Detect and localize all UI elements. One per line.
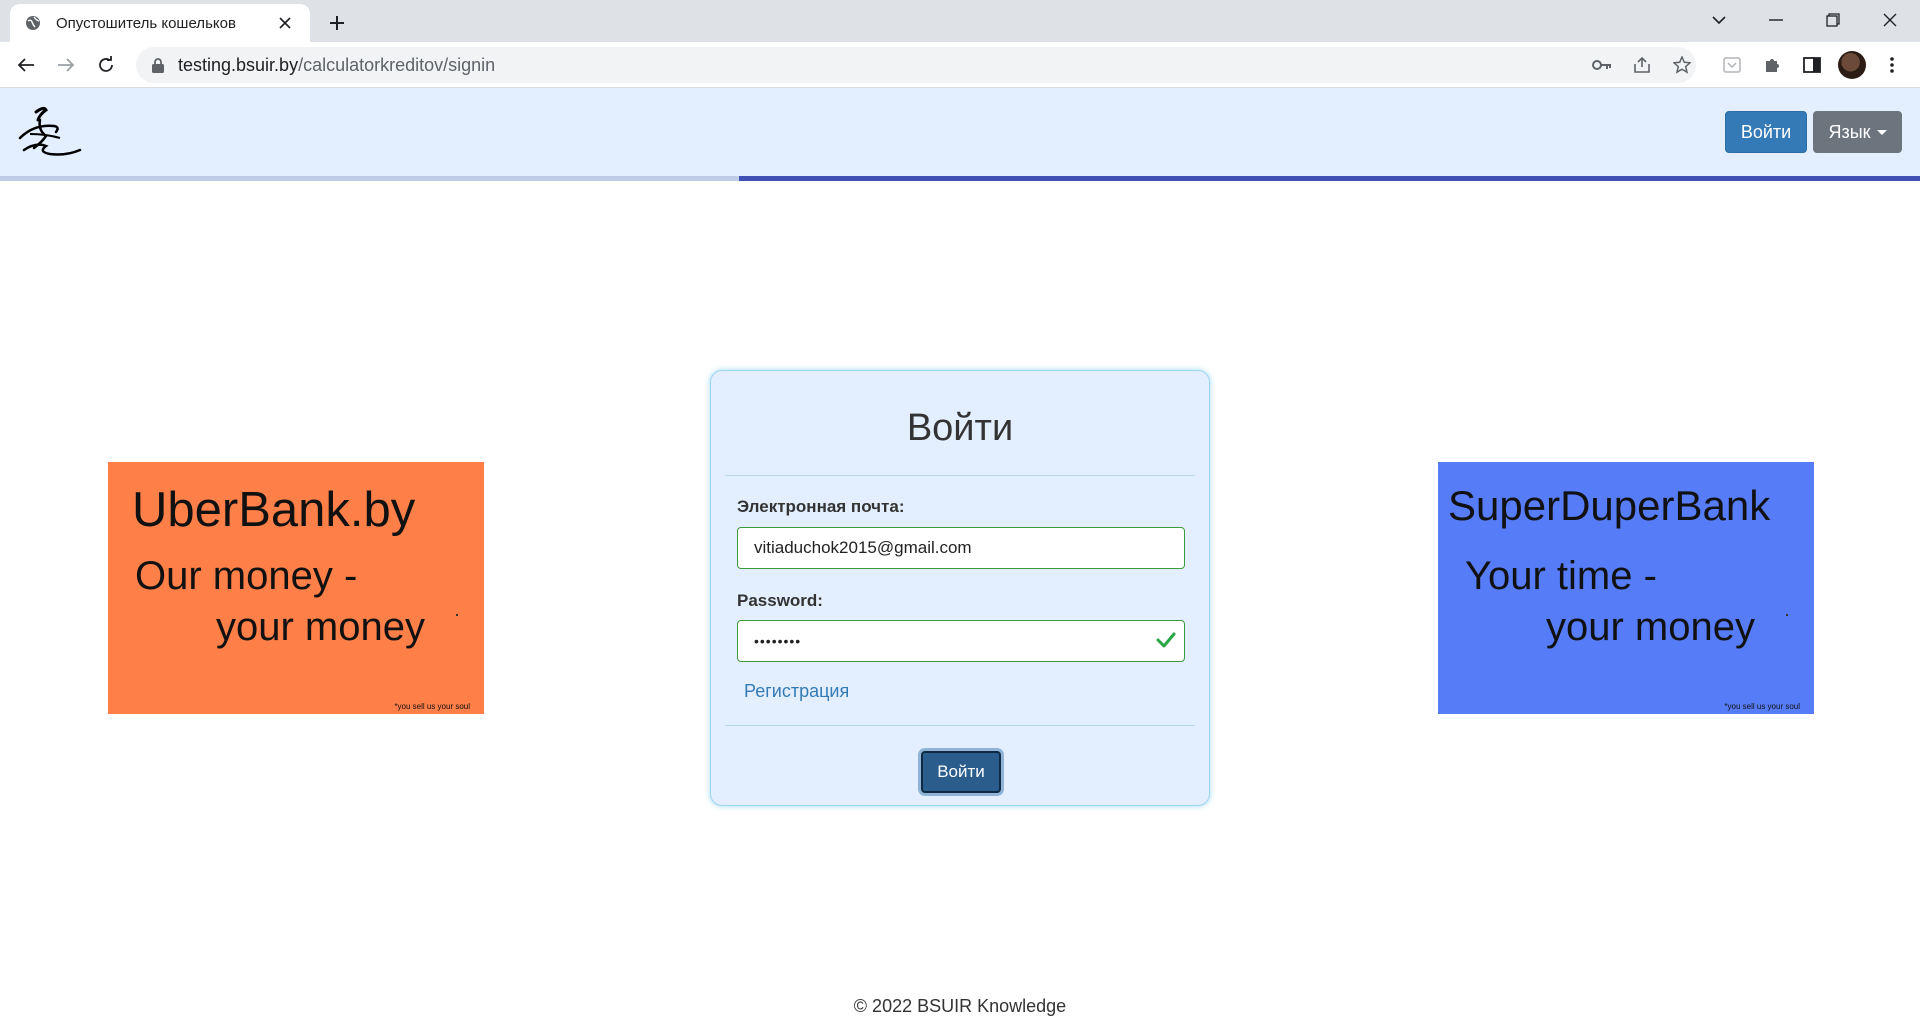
page-progress-bar [0,176,1920,181]
side-panel-icon[interactable] [1796,49,1828,81]
login-submit-button[interactable]: Войти [921,751,1001,793]
url-host: testing.bsuir.by [178,54,299,75]
ad-title: UberBank.by [132,483,416,537]
minimize-icon[interactable] [1756,0,1796,40]
share-icon[interactable] [1624,47,1660,83]
lock-icon[interactable] [150,57,166,73]
email-field[interactable]: vitiaduchok2015@gmail.com [737,527,1185,569]
footer-copyright: © 2022 BSUIR Knowledge [853,996,1067,1016]
login-card: Войти Электронная почта: vitiaduchok2015… [710,370,1210,806]
close-tab-icon[interactable] [274,12,296,34]
address-bar[interactable]: testing.bsuir.by/calculatorkreditov/sign… [136,47,1696,83]
close-window-icon[interactable] [1870,0,1910,40]
browser-tabstrip: Опустошитель кошельков [0,0,1920,42]
menu-kebab-icon[interactable] [1876,49,1908,81]
password-field[interactable]: •••••••• [737,620,1185,662]
site-logo[interactable] [16,102,84,160]
password-value: •••••••• [754,633,802,649]
language-label: Язык [1828,121,1871,142]
ad-slogan-line2: your money [216,605,425,649]
extension-pocket-icon[interactable] [1716,49,1748,81]
language-dropdown-button[interactable]: Язык [1813,111,1902,153]
card-divider-bottom [725,725,1195,726]
card-divider-top [725,475,1195,476]
header-login-button[interactable]: Войти [1725,111,1807,153]
page-progress-fill [739,176,1920,181]
reload-icon[interactable] [90,49,122,81]
new-tab-icon[interactable] [322,8,352,38]
ad-title: SuperDuperBank [1448,482,1771,529]
ad-fineprint: *you sell us your soul [1724,702,1800,711]
ad-banner-superduperbank[interactable]: SuperDuperBank Your time - your money *y… [1438,462,1814,714]
ad-banner-uberbank[interactable]: UberBank.by Our money - your money *you … [108,462,484,714]
forward-icon[interactable] [50,49,82,81]
ad-dot [456,614,458,616]
caret-down-icon [1876,129,1887,135]
globe-icon [24,14,42,32]
ad-slogan-line1: Our money - [135,554,358,598]
tab-title: Опустошитель кошельков [56,14,236,32]
profile-avatar[interactable] [1838,51,1866,79]
checkmark-icon [1156,631,1176,654]
email-label: Электронная почта: [737,497,905,516]
back-icon[interactable] [10,49,42,81]
extensions-puzzle-icon[interactable] [1756,49,1788,81]
password-label: Password: [737,591,823,610]
password-key-icon[interactable] [1584,47,1620,83]
email-value: vitiaduchok2015@gmail.com [754,538,972,557]
browser-tab-active[interactable]: Опустошитель кошельков [10,4,310,42]
ad-dot [1786,614,1788,616]
ad-fineprint: *you sell us your soul [394,702,470,711]
ad-slogan-line1: Your time - [1465,554,1657,598]
browser-toolbar: testing.bsuir.by/calculatorkreditov/sign… [0,42,1920,88]
register-link[interactable]: Регистрация [744,681,849,702]
login-title: Войти [906,407,1014,449]
restore-icon[interactable] [1813,0,1853,40]
url-path: /calculatorkreditov/signin [298,54,496,75]
tab-search-icon[interactable] [1699,0,1739,40]
url-text: testing.bsuir.by/calculatorkreditov/sign… [178,55,495,76]
ad-slogan-line2: your money [1546,605,1755,649]
site-header: Войти Язык [0,88,1920,176]
bookmark-star-icon[interactable] [1664,47,1700,83]
